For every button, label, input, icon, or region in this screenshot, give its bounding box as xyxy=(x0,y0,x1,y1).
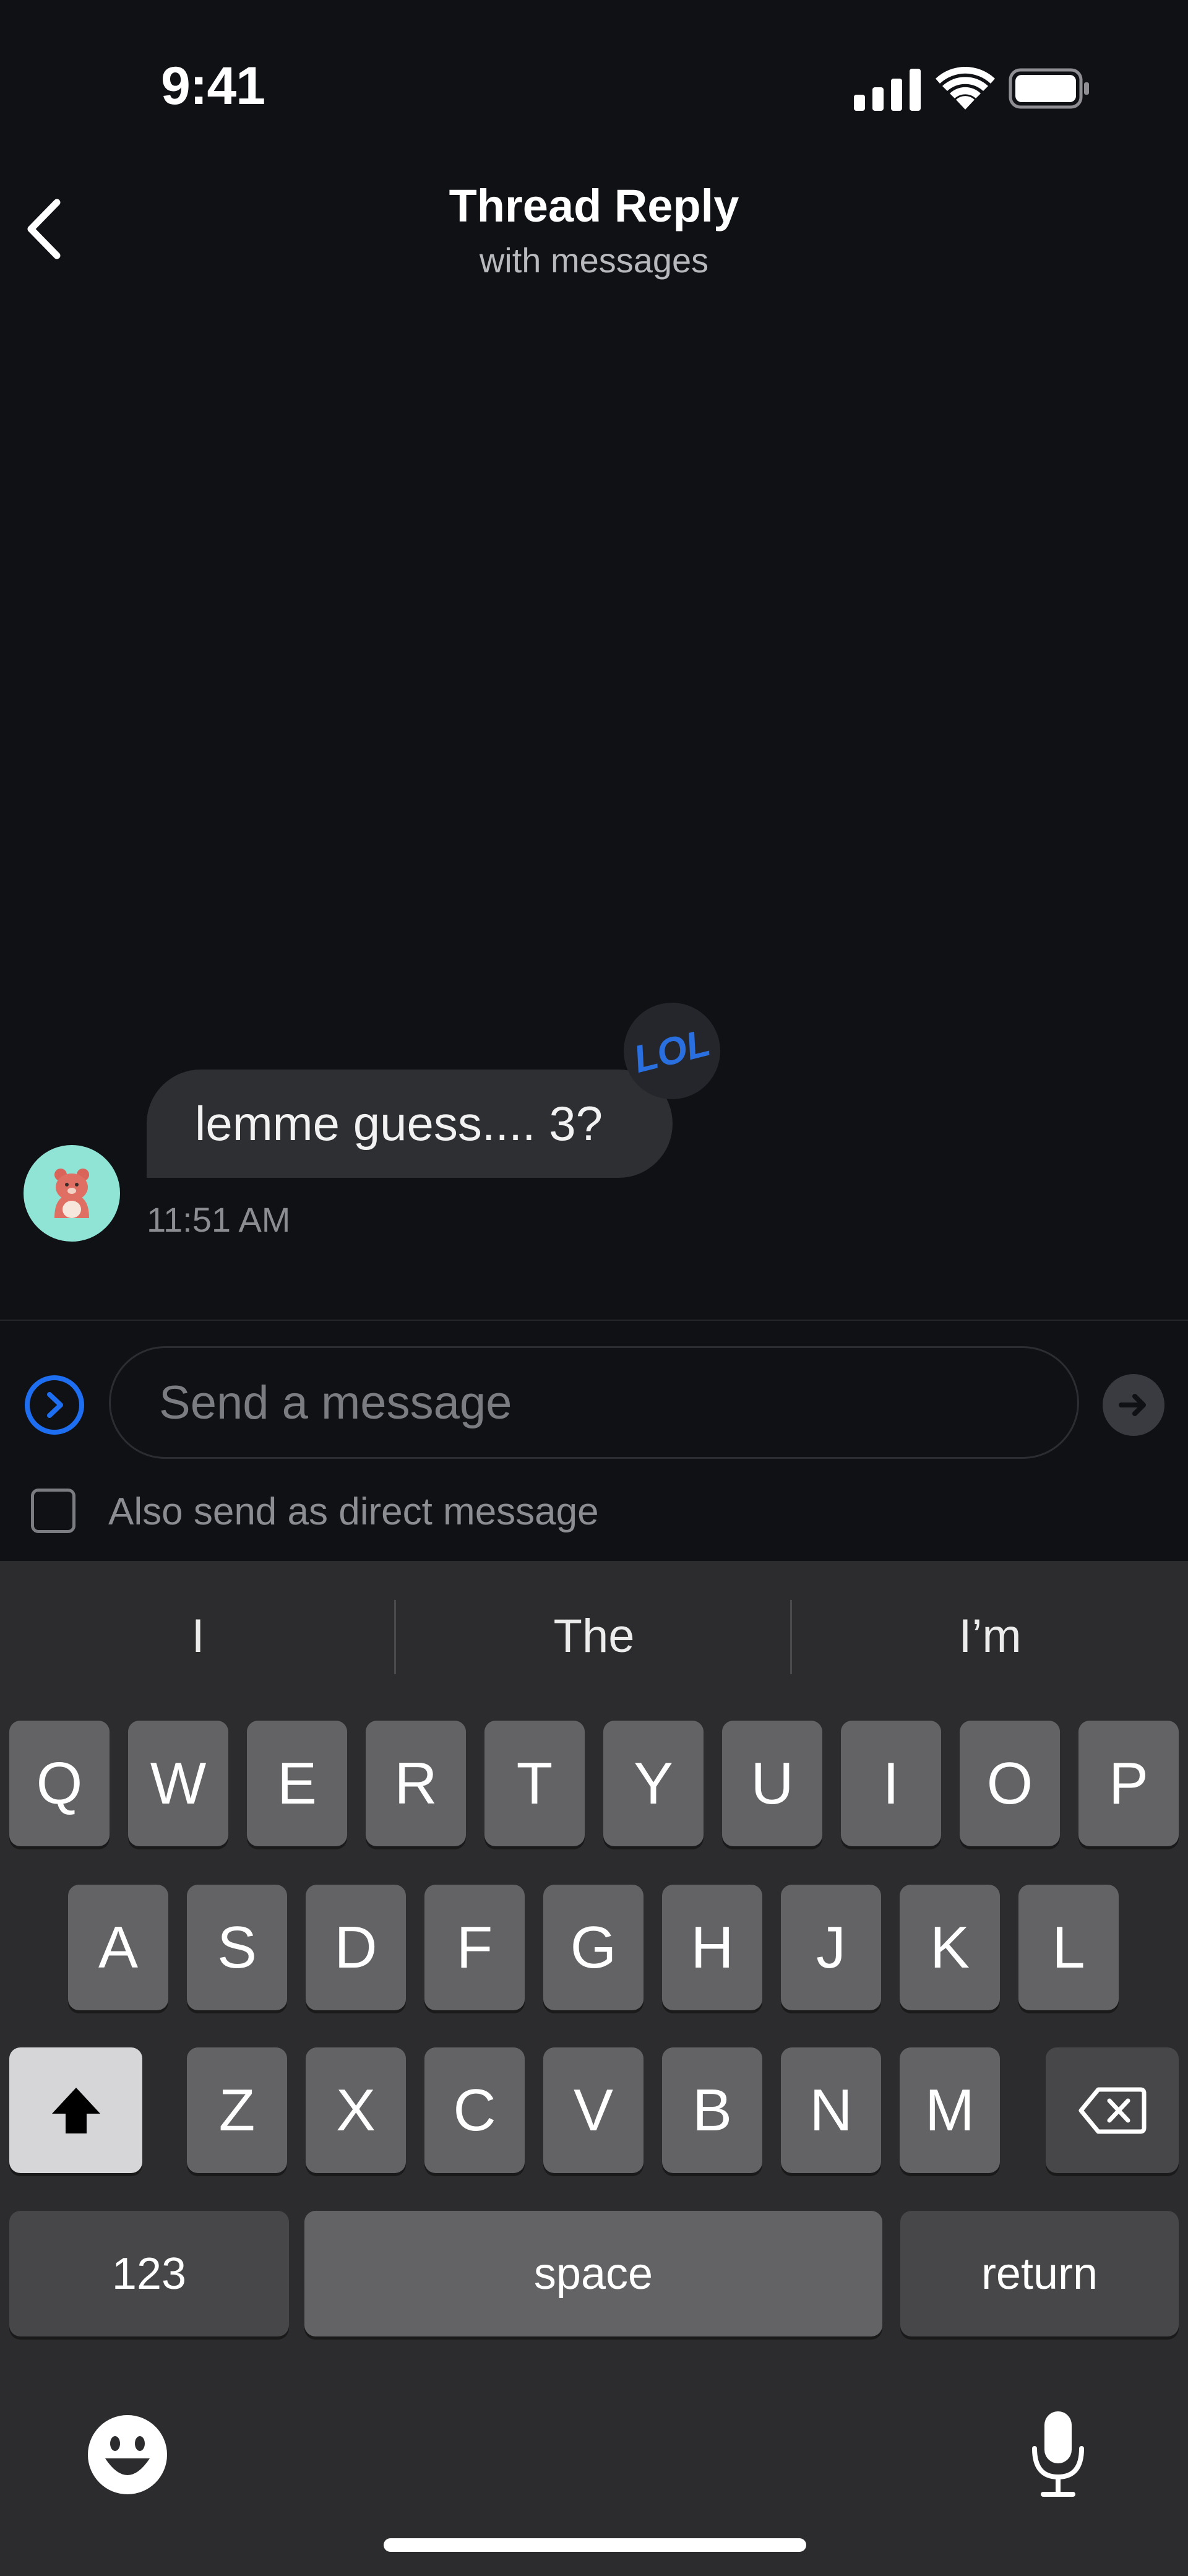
key-c[interactable]: C xyxy=(424,2047,525,2173)
key-u[interactable]: U xyxy=(722,1721,822,1846)
status-time: 9:41 xyxy=(161,56,265,116)
page-title: Thread Reply xyxy=(449,180,739,231)
microphone-icon xyxy=(1032,2411,1084,2497)
key-f[interactable]: F xyxy=(424,1885,525,2010)
cellular-signal-icon xyxy=(854,69,921,111)
key-s[interactable]: S xyxy=(187,1885,287,2010)
message-text: lemme guess.... 3? xyxy=(195,1096,603,1151)
delete-icon xyxy=(1078,2087,1146,2133)
shift-icon xyxy=(51,2087,100,2133)
key-b[interactable]: B xyxy=(662,2047,762,2173)
arrow-right-icon xyxy=(1119,1394,1146,1416)
message-input[interactable] xyxy=(109,1346,1079,1459)
key-k[interactable]: K xyxy=(900,1885,1000,2010)
space-key[interactable]: space xyxy=(304,2211,882,2336)
emoji-icon xyxy=(88,2415,167,2494)
key-z[interactable]: Z xyxy=(187,2047,287,2173)
back-button[interactable] xyxy=(19,195,74,263)
composer-divider xyxy=(0,1320,1188,1321)
key-o[interactable]: O xyxy=(960,1721,1060,1846)
shift-key[interactable] xyxy=(9,2047,142,2173)
commands-button[interactable] xyxy=(25,1375,84,1435)
key-w[interactable]: W xyxy=(128,1721,228,1846)
battery-icon xyxy=(1009,68,1089,109)
key-d[interactable]: D xyxy=(306,1885,406,2010)
key-e[interactable]: E xyxy=(247,1721,347,1846)
key-y[interactable]: Y xyxy=(603,1721,704,1846)
page-subtitle: with messages xyxy=(479,241,709,280)
key-v[interactable]: V xyxy=(543,2047,644,2173)
key-i[interactable]: I xyxy=(841,1721,941,1846)
home-indicator xyxy=(384,2538,806,2552)
key-x[interactable]: X xyxy=(306,2047,406,2173)
key-g[interactable]: G xyxy=(543,1885,644,2010)
avatar[interactable] xyxy=(24,1145,120,1242)
also-send-label: Also send as direct message xyxy=(108,1490,599,1533)
key-t[interactable]: T xyxy=(484,1721,585,1846)
key-j[interactable]: J xyxy=(781,1885,881,2010)
message-timestamp: 11:51 AM xyxy=(147,1200,291,1239)
reaction-text: LOL xyxy=(629,1021,715,1081)
delete-key[interactable] xyxy=(1046,2047,1179,2173)
key-h[interactable]: H xyxy=(662,1885,762,2010)
emoji-button[interactable] xyxy=(85,2413,170,2497)
key-n[interactable]: N xyxy=(781,2047,881,2173)
key-m[interactable]: M xyxy=(900,2047,1000,2173)
send-button[interactable] xyxy=(1103,1374,1164,1436)
return-key[interactable]: return xyxy=(900,2211,1179,2336)
key-r[interactable]: R xyxy=(366,1721,466,1846)
key-a[interactable]: A xyxy=(68,1885,168,2010)
wifi-icon xyxy=(936,66,995,110)
bear-avatar-icon xyxy=(54,1169,89,1218)
key-l[interactable]: L xyxy=(1018,1885,1119,2010)
message-bubble[interactable]: lemme guess.... 3? xyxy=(147,1070,673,1178)
microphone-button[interactable] xyxy=(1027,2409,1089,2498)
chevron-left-icon xyxy=(27,199,61,259)
chevron-right-icon xyxy=(47,1392,63,1418)
key-p[interactable]: P xyxy=(1078,1721,1179,1846)
also-send-checkbox[interactable] xyxy=(31,1489,75,1533)
status-icons xyxy=(851,65,1092,115)
suggestion-1[interactable]: I xyxy=(0,1609,396,1663)
key-q[interactable]: Q xyxy=(9,1721,110,1846)
suggestion-2[interactable]: The xyxy=(396,1609,792,1663)
numbers-key[interactable]: 123 xyxy=(9,2211,289,2336)
suggestion-3[interactable]: I’m xyxy=(792,1609,1188,1663)
